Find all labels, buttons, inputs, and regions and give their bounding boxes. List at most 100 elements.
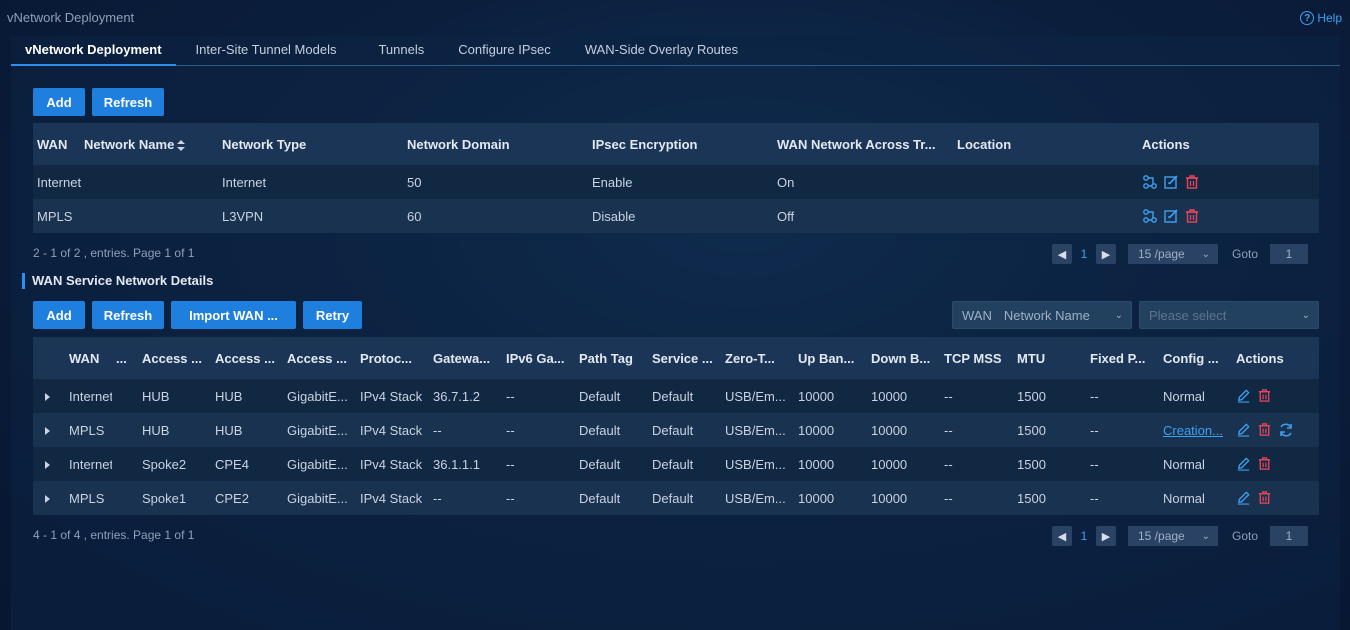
cell-protocol: IPv4 Stack [360, 490, 423, 506]
cell-access-2: HUB [215, 388, 243, 404]
goto-input[interactable]: 1 [1270, 244, 1309, 264]
cell-down-bandwidth: 10000 [871, 388, 908, 404]
cell-path-tag: Default [579, 490, 621, 506]
page-size-select[interactable]: 15 /page ⌄ [1128, 244, 1218, 264]
cell-down-bandwidth: 10000 [871, 422, 908, 438]
sort-icon[interactable] [177, 139, 186, 151]
add-button[interactable]: Add [33, 88, 85, 116]
cell-config: Normal [1163, 456, 1205, 472]
wan-network-table: WAN Network Name Network Type Network Do… [33, 123, 1319, 233]
table-row: Internet Spoke2 CPE4 GigabitE... IPv4 Stack 3… [33, 447, 1319, 481]
cell-zero-touch: USB/Em... [725, 490, 786, 506]
delete-icon[interactable] [1257, 456, 1273, 472]
expand-cell [33, 389, 65, 404]
edit-icon[interactable] [1163, 208, 1179, 224]
cell-access-1: Spoke1 [142, 490, 187, 506]
header-fixed-p: Fixed P... [1090, 350, 1146, 366]
edit-icon[interactable] [1236, 456, 1252, 472]
header-mtu: MTU [1017, 350, 1046, 366]
cell-mtu: 1500 [1017, 422, 1046, 438]
cell-ipv6-gateway: -- [506, 388, 515, 404]
cell-gateway: -- [433, 490, 442, 506]
expand-cell [33, 491, 65, 506]
page-number[interactable]: 1 [1072, 529, 1096, 543]
header-down-bandwidth: Down B... [871, 350, 931, 366]
delete-icon[interactable] [1257, 422, 1273, 438]
expand-icon[interactable] [45, 460, 50, 469]
cell-tcp-mss: -- [944, 456, 953, 472]
retry-icon[interactable] [1278, 422, 1294, 438]
tab-wan-side-overlay-routes[interactable]: WAN-Side Overlay Routes [571, 36, 752, 66]
pagination-summary: 4 - 1 of 4 , entries. Page 1 of 1 [33, 528, 195, 542]
goto-label: Goto [1232, 247, 1259, 261]
cell-access-2: CPE4 [215, 456, 249, 472]
expand-cell [33, 457, 65, 472]
goto-label: Goto [1232, 529, 1259, 543]
cell-wan: Internet [69, 456, 112, 472]
pagination-summary: 2 - 1 of 2 , entries. Page 1 of 1 [33, 246, 195, 260]
page-size-select[interactable]: 15 /page ⌄ [1128, 526, 1218, 546]
chevron-left-icon[interactable]: ◀ [1052, 526, 1072, 546]
edit-icon[interactable] [1163, 174, 1179, 190]
pager: ◀ 1 ▶ 15 /page ⌄ Goto 1 [1052, 526, 1309, 546]
refresh-button[interactable]: Refresh [92, 301, 164, 329]
cell-actions [1232, 456, 1298, 472]
topology-icon[interactable] [1142, 174, 1158, 190]
cell-ipv6-gateway: -- [506, 490, 515, 506]
header-path-tag: Path Tag [579, 350, 633, 366]
header-zero-touch: Zero-T... [725, 350, 775, 366]
tab-inter-site-tunnel-models[interactable]: Inter-Site Tunnel Models [182, 36, 351, 66]
cell-access-2: HUB [215, 422, 243, 438]
expand-icon[interactable] [45, 494, 50, 503]
cell-mtu: 1500 [1017, 388, 1046, 404]
chevron-right-icon[interactable]: ▶ [1096, 244, 1116, 264]
delete-icon[interactable] [1184, 174, 1200, 190]
header-access-2: Access ... [215, 350, 275, 366]
chevron-right-icon[interactable]: ▶ [1096, 526, 1116, 546]
tab-tunnels[interactable]: Tunnels [364, 36, 438, 66]
edit-icon[interactable] [1236, 490, 1252, 506]
refresh-button[interactable]: Refresh [92, 88, 164, 116]
edit-icon[interactable] [1236, 388, 1252, 404]
cell-service: Default [652, 490, 694, 506]
delete-icon[interactable] [1184, 208, 1200, 224]
header-access-1: Access ... [142, 350, 202, 366]
cell-wan: MPLS [69, 490, 105, 506]
import-wan-button[interactable]: Import WAN ... [171, 301, 296, 329]
header-wan: WAN [69, 350, 100, 366]
expand-icon[interactable] [45, 426, 50, 435]
config-status-link[interactable]: Creation... [1159, 423, 1232, 438]
cell-actions [1232, 422, 1298, 438]
add-button[interactable]: Add [33, 301, 85, 329]
header-column-2: ... [116, 350, 127, 366]
cell-up-bandwidth: 10000 [798, 422, 835, 438]
retry-button[interactable]: Retry [303, 301, 362, 329]
filter-field-value: Network Name [1003, 307, 1090, 323]
delete-icon[interactable] [1257, 490, 1273, 506]
table-row: MPLS HUB HUB GigabitE... IPv4 Stack -- -- Defau… [33, 413, 1319, 447]
header-network-name[interactable]: Network Name [80, 137, 218, 152]
cell-protocol: IPv4 Stack [360, 388, 423, 404]
header-wan-network-across: WAN Network Across Tr... [777, 136, 936, 152]
tab-vnetwork-deployment[interactable]: vNetwork Deployment [11, 36, 176, 66]
header-access-3: Access ... [287, 350, 347, 366]
cell-mtu: 1500 [1017, 456, 1046, 472]
goto-input[interactable]: 1 [1270, 526, 1309, 546]
chevron-left-icon[interactable]: ◀ [1052, 244, 1072, 264]
topology-icon[interactable] [1142, 208, 1158, 224]
filter-value-select[interactable]: Please select ⌄ [1139, 301, 1319, 329]
filter-field-select[interactable]: WAN Network Name ⌄ [952, 301, 1132, 329]
edit-icon[interactable] [1236, 422, 1252, 438]
delete-icon[interactable] [1257, 388, 1273, 404]
header-ipsec-encryption: IPsec Encryption [592, 136, 698, 152]
header-gateway: Gatewa... [433, 350, 491, 366]
cell-fixed-p: -- [1090, 422, 1099, 438]
help-link[interactable]: ? Help [1300, 11, 1342, 25]
cell-actions [1232, 388, 1298, 404]
page-number[interactable]: 1 [1072, 247, 1096, 261]
expand-icon[interactable] [45, 392, 50, 401]
cell-protocol: IPv4 Stack [360, 422, 423, 438]
tab-configure-ipsec[interactable]: Configure IPsec [444, 36, 565, 66]
cell-access-1: HUB [142, 422, 170, 438]
cell-up-bandwidth: 10000 [798, 388, 835, 404]
